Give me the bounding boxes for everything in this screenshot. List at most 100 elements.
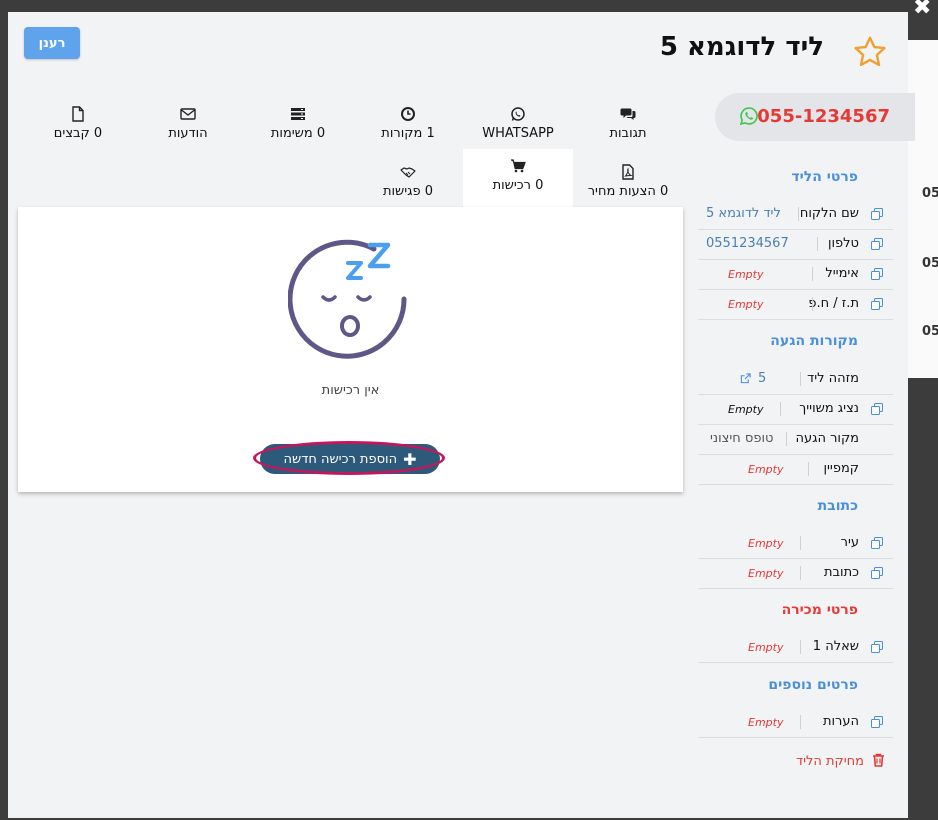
tab-price-quotes[interactable]: 0 הצעות מחיר [573,158,683,214]
tab-meetings[interactable]: 0 פגישות [353,158,463,214]
field-row-email: אימייל Empty [698,259,893,290]
field-label: הערות [822,714,859,729]
handshake-icon [400,167,416,178]
field-value[interactable]: ליד לדוגמא 5 [706,206,781,221]
field-label: עיר [840,535,859,550]
field-row-source: מקור הגעה טופס חיצוני [698,424,893,455]
tab-label: תגובות [609,126,647,141]
background-value: 05 [922,324,938,339]
close-icon[interactable]: ✖ [913,0,931,20]
divider [812,297,813,311]
add-purchase-button[interactable]: ✚ הוספת רכישה חדשה [260,444,440,474]
tab-label: 0 רכישות [492,178,544,193]
copy-icon[interactable] [871,238,883,250]
copy-icon[interactable] [871,537,883,549]
delete-lead-label: מחיקת הליד [795,754,864,769]
field-row-lead-id: מזהה ליד 5 [698,364,893,395]
section-title-address: כתובת [817,498,858,514]
phone-number[interactable]: 055-1234567 [757,106,890,127]
field-label: מקור הגעה [795,431,859,446]
envelope-icon [180,108,196,120]
divider [800,372,801,386]
field-label: טלפון [827,236,859,251]
lead-modal: רענן ליד לדוגמא 5 055-1234567 תגובות WHA… [8,12,915,818]
tab-purchases[interactable]: 0 רכישות [463,149,573,207]
tab-sources[interactable]: 1 מקורות [353,100,463,156]
divider [808,462,809,476]
tab-label: 0 פגישות [382,184,434,199]
copy-icon[interactable] [871,567,883,579]
cart-icon [511,159,526,173]
copy-icon[interactable] [871,208,883,220]
section-title-sale-details: פרטי מכירה [781,602,858,618]
file-icon [72,106,84,122]
copy-icon[interactable] [871,268,883,280]
field-value[interactable]: Empty [748,567,783,580]
refresh-button[interactable]: רענן [24,27,80,59]
lead-title: ליד לדוגמא 5 [659,32,824,62]
tab-files[interactable]: 0 קבצים [23,100,133,156]
tab-messages[interactable]: הודעות [133,100,243,156]
plus-icon: ✚ [403,449,417,469]
field-value[interactable]: Empty [748,716,783,729]
field-value[interactable]: Empty [748,537,783,550]
empty-purchases-text: אין רכישות [321,383,380,398]
field-row-campaign: קמפיין Empty [698,454,893,485]
tab-comments[interactable]: תגובות [573,100,683,156]
divider [817,237,818,251]
divider [780,402,781,416]
background-list-strip: 05 05 05 [908,40,938,378]
field-label: קמפיין [823,461,859,476]
divider [800,640,801,654]
divider [800,536,801,550]
tasks-icon [291,108,305,120]
phone-pill[interactable]: 055-1234567 [715,93,915,141]
tab-label: 0 משימות [270,126,326,141]
tab-tasks[interactable]: 0 משימות [243,100,353,156]
field-label: שם הלקוח [799,206,859,221]
copy-icon[interactable] [871,641,883,653]
clock-icon [401,107,415,121]
external-link-icon[interactable] [740,373,751,384]
tab-label: 0 הצעות מחיר [587,184,669,199]
field-value[interactable]: Empty [728,298,763,311]
section-title-sources: מקורות הגעה [770,333,858,349]
field-label: שאלה 1 [812,639,859,654]
tab-label: 0 קבצים [53,126,103,141]
field-value[interactable]: 0551234567 [706,236,789,251]
field-value[interactable]: 5 [758,371,766,386]
whatsapp-icon[interactable] [739,106,759,126]
section-title-extra-details: פרטים נוספים [768,677,858,693]
pdf-icon [622,164,634,180]
field-row-customer-name: שם הלקוח ליד לדוגמא 5 [698,199,893,230]
divider [812,267,813,281]
background-value: 05 [922,256,938,271]
field-label: מזהה ליד [807,371,859,386]
tab-whatsapp[interactable]: WHATSAPP [463,100,573,156]
purchases-panel: אין רכישות ✚ הוספת רכישה חדשה [18,207,683,492]
field-row-id-number: ת.ז / ח.פ Empty [698,289,893,320]
add-purchase-label: הוספת רכישה חדשה [283,451,398,467]
field-label: כתובת [823,565,859,580]
field-row-address: כתובת Empty [698,558,893,589]
divider [798,207,799,221]
sleeping-face-icon [288,239,407,359]
field-row-question-1: שאלה 1 Empty [698,632,893,663]
field-label: נציג משוייך [799,401,859,416]
section-title-lead-details: פרטי הליד [791,169,858,185]
field-value[interactable]: Empty [748,463,783,476]
copy-icon[interactable] [871,716,883,728]
delete-lead-button[interactable]: מחיקת הליד [796,753,885,769]
trash-icon [873,753,884,767]
copy-icon[interactable] [871,403,883,415]
divider [800,566,801,580]
field-value[interactable]: Empty [728,403,763,416]
field-value[interactable]: טופס חיצוני [710,431,773,446]
tab-label: הודעות [168,126,208,141]
field-value[interactable]: Empty [748,641,783,654]
field-row-assigned-rep: נציג משוייך Empty [698,394,893,425]
field-label: ת.ז / ח.פ [808,296,859,311]
field-value[interactable]: Empty [728,268,763,281]
copy-icon[interactable] [871,298,883,310]
star-outline-icon[interactable] [852,34,888,70]
